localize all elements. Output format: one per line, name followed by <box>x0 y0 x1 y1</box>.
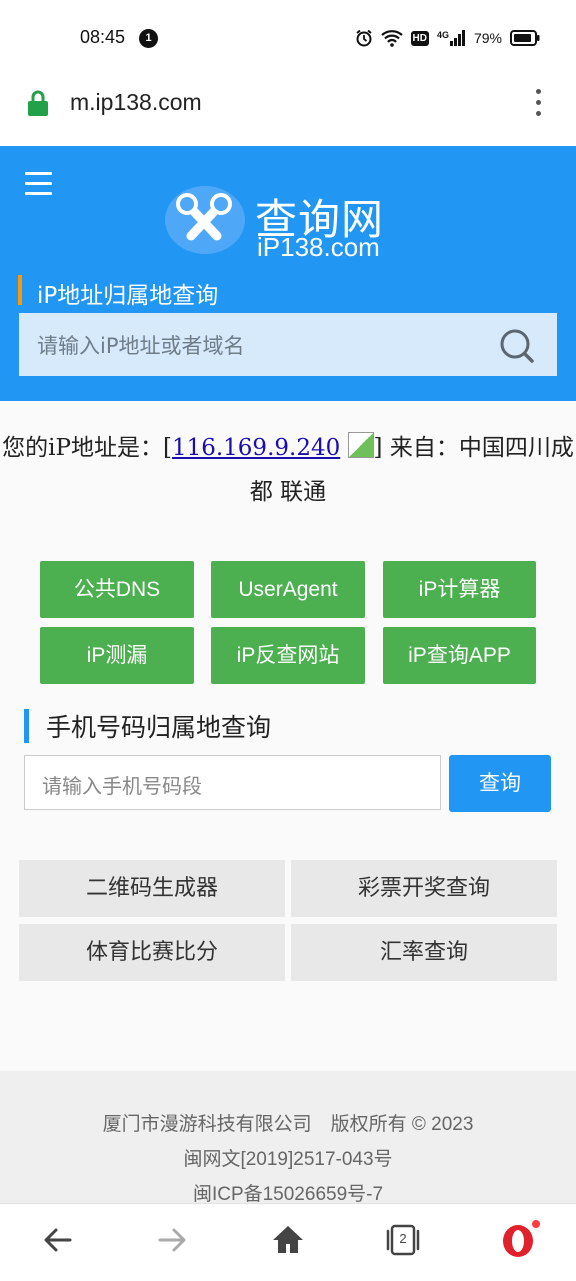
footer-copyright: 厦门市漫游科技有限公司 版权所有 © 2023 <box>102 1114 474 1135</box>
opera-menu-icon[interactable] <box>500 1219 542 1259</box>
phone-query-button[interactable]: 查询 <box>449 755 551 812</box>
phone-lookup-title: 手机号码归属地查询 <box>46 713 272 742</box>
alarm-icon <box>355 29 372 47</box>
signal-icon <box>449 30 465 46</box>
ip-search-placeholder[interactable]: 请输入iP地址或者域名 <box>37 330 245 360</box>
menu-icon[interactable] <box>25 172 52 195</box>
battery-percent: 79% <box>473 30 502 46</box>
footer-icp: 闽ICP备15026659号-7 <box>192 1184 384 1205</box>
status-icons: HD 4G 79% <box>355 26 541 50</box>
lock-icon <box>28 90 48 116</box>
notification-badge: 1 <box>139 29 158 48</box>
forward-arrow-icon[interactable] <box>156 1222 188 1258</box>
clock: 08:45 <box>80 27 126 47</box>
public-dns-button[interactable]: 公共DNS <box>40 561 194 618</box>
search-icon[interactable] <box>498 327 534 363</box>
hd-icon: HD <box>410 30 429 46</box>
tab-count: 2 <box>399 1231 407 1246</box>
qr-generator-link[interactable]: 二维码生成器 <box>19 860 285 917</box>
section-accent-bar <box>18 275 22 305</box>
footer-license: 闽网文[2019]2517-043号 <box>183 1149 393 1170</box>
logo-wrench-icon <box>165 186 245 254</box>
ip-calculator-button[interactable]: iP计算器 <box>383 561 536 618</box>
exchange-rate-link[interactable]: 汇率查询 <box>291 924 557 981</box>
ip-app-button[interactable]: iP查询APP <box>383 627 536 684</box>
home-icon[interactable] <box>271 1222 305 1258</box>
ip-result-text: 您的iP地址是：[116.169.9.240 ] 来自：中国四川成都 联通 <box>0 426 576 514</box>
ip-address-link[interactable]: 116.169.9.240 <box>172 435 340 461</box>
wifi-icon <box>380 30 403 47</box>
logo-subtitle: iP138.com <box>257 232 380 262</box>
phone-input-placeholder[interactable]: 请输入手机号码段 <box>42 770 202 799</box>
sports-scores-link[interactable]: 体育比赛比分 <box>19 924 285 981</box>
broken-image-icon <box>347 432 374 458</box>
section-accent-bar <box>24 709 29 743</box>
ip-leak-test-button[interactable]: iP测漏 <box>40 627 194 684</box>
back-arrow-icon[interactable] <box>42 1222 74 1258</box>
tabs-icon[interactable]: 2 <box>384 1223 422 1257</box>
network-type: 4G <box>437 30 466 46</box>
more-options-icon[interactable] <box>533 89 543 119</box>
status-bar: 08:45 1 HD 4G 79% <box>0 0 576 76</box>
useragent-button[interactable]: UserAgent <box>211 561 365 618</box>
lottery-results-link[interactable]: 彩票开奖查询 <box>291 860 557 917</box>
ip-section-label: iP地址归属地查询 <box>37 283 219 309</box>
battery-icon <box>510 30 540 46</box>
url-text[interactable]: m.ip138.com <box>70 89 202 116</box>
reverse-ip-button[interactable]: iP反查网站 <box>211 627 365 684</box>
